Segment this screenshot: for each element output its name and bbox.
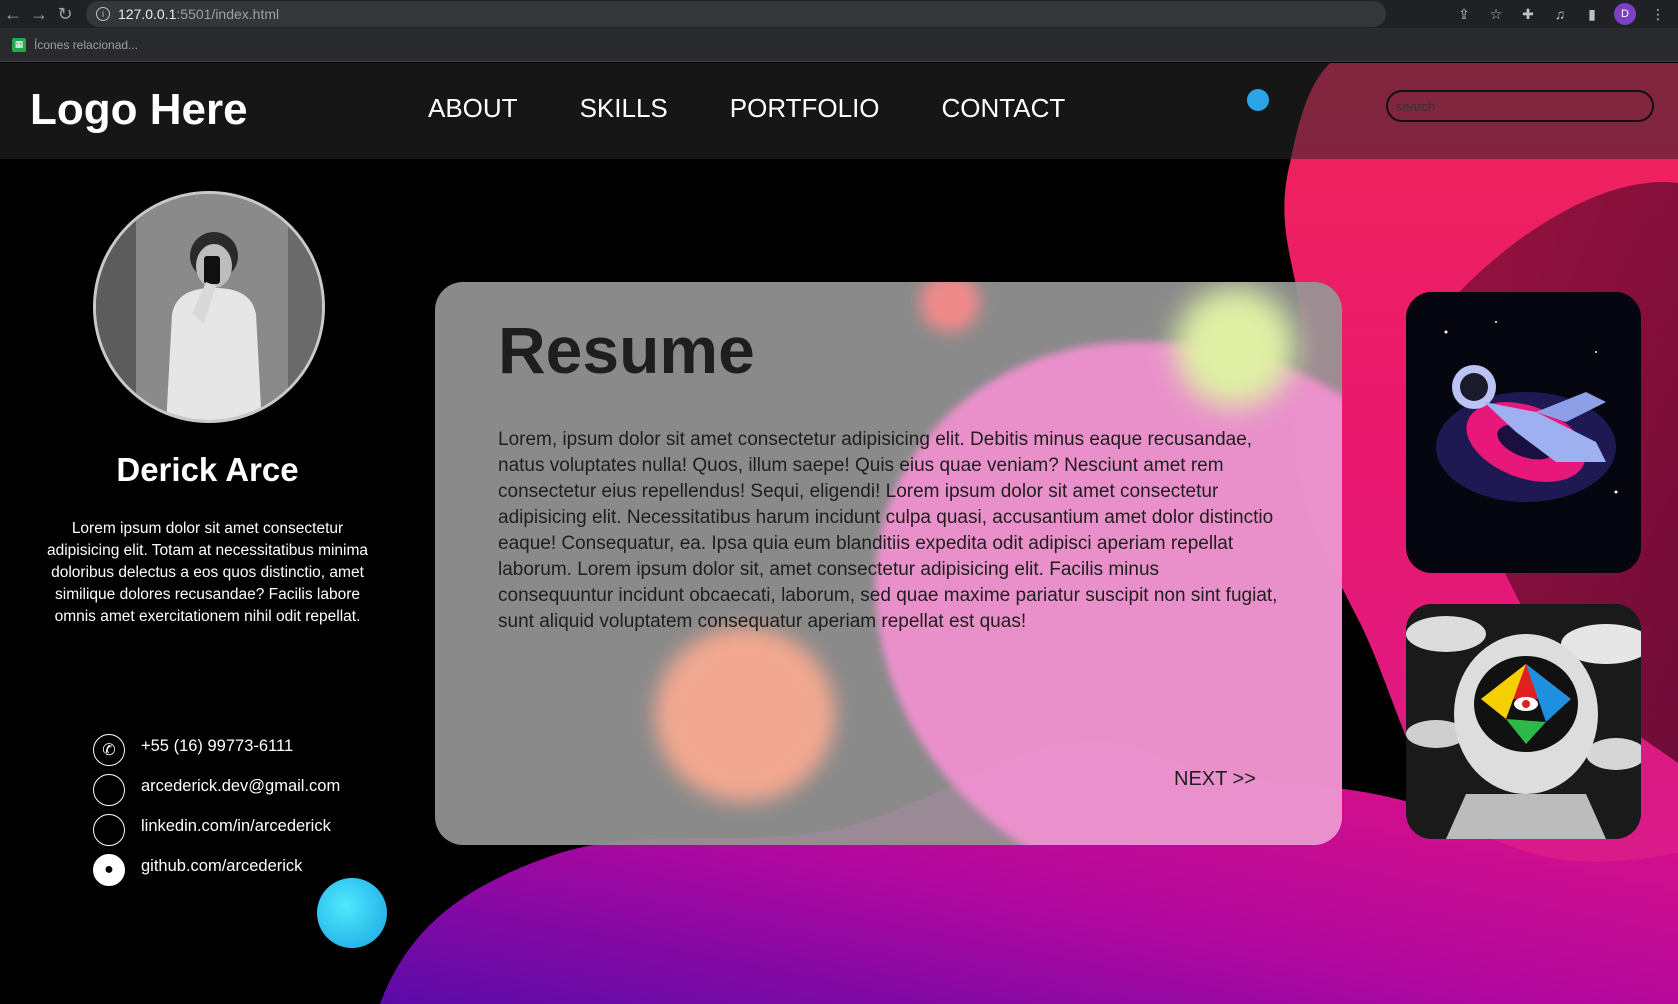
github-icon: ●: [93, 854, 125, 886]
page-viewport: Logo Here ABOUT SKILLS PORTFOLIO CONTACT…: [0, 63, 1678, 1004]
bookmark-item[interactable]: Ícones relacionad...: [34, 38, 138, 52]
bookmark-favicon-icon: ▦: [12, 37, 26, 52]
portfolio-image-astronaut-float[interactable]: [1406, 292, 1641, 573]
card-body: Lorem, ipsum dolor sit amet consectetur …: [498, 429, 1278, 632]
card-glow-yellow: [1175, 287, 1295, 407]
menu-icon[interactable]: ⋮: [1648, 6, 1668, 23]
extensions-icon[interactable]: ✚: [1518, 6, 1538, 23]
phone-icon: ✆: [93, 734, 125, 766]
decorative-dot: [1247, 89, 1269, 111]
bookmarks-bar: ▦ Ícones relacionad...: [0, 28, 1678, 62]
media-icon[interactable]: ♫: [1550, 6, 1570, 22]
nav-portfolio[interactable]: PORTFOLIO: [730, 93, 880, 124]
nav-contact[interactable]: CONTACT: [942, 93, 1066, 124]
linkedin-icon: [93, 814, 125, 846]
contact-github[interactable]: ● github.com/arcederick: [93, 850, 340, 890]
contact-text: arcederick.dev@gmail.com: [141, 776, 341, 795]
astronaut-helmet-art: [1406, 604, 1641, 839]
forward-icon[interactable]: →: [26, 4, 52, 25]
portfolio-image-astronaut-helmet[interactable]: [1406, 604, 1641, 839]
search-input[interactable]: [1386, 90, 1654, 122]
address-bar[interactable]: i 127.0.0.1:5501/index.html: [86, 1, 1386, 27]
site-info-icon[interactable]: i: [96, 7, 110, 21]
avatar: [93, 191, 325, 423]
decorative-ball: [317, 878, 387, 948]
contact-linkedin[interactable]: linkedin.com/in/arcederick: [93, 810, 340, 850]
profile-avatar[interactable]: D: [1614, 3, 1636, 25]
url-host: 127.0.0.1: [118, 6, 177, 22]
card-title: Resume: [498, 313, 755, 387]
contact-text: +55 (16) 99773-6111: [141, 736, 294, 755]
logo[interactable]: Logo Here: [30, 85, 248, 135]
nav-about[interactable]: ABOUT: [428, 93, 518, 124]
profile-name: Derick Arce: [116, 451, 299, 488]
back-icon[interactable]: ←: [0, 4, 26, 25]
url-path: :5501/index.html: [176, 6, 280, 22]
resume-card: Resume Lorem, ipsum dolor sit amet conse…: [435, 282, 1342, 845]
profile-photo: [96, 194, 322, 420]
share-icon[interactable]: ⇪: [1454, 6, 1474, 23]
astronaut-float-art: [1406, 292, 1641, 573]
contact-text: github.com/arcederick: [141, 856, 303, 875]
contact-phone[interactable]: ✆ +55 (16) 99773-6111: [93, 730, 340, 770]
card-glow-orange: [655, 627, 835, 802]
profile-bio: Lorem ipsum dolor sit amet consectetur a…: [46, 520, 369, 625]
contact-text: linkedin.com/in/arcederick: [141, 816, 331, 835]
browser-toolbar: ← → ↻ i 127.0.0.1:5501/index.html ⇪ ☆ ✚ …: [0, 0, 1678, 28]
side-panel-icon[interactable]: ▮: [1582, 6, 1602, 23]
nav-skills[interactable]: SKILLS: [580, 93, 668, 124]
reload-icon[interactable]: ↻: [52, 4, 78, 25]
contact-list: ✆ +55 (16) 99773-6111 arcederick.dev@gma…: [93, 730, 340, 890]
bookmark-star-icon[interactable]: ☆: [1486, 6, 1506, 23]
site-header: Logo Here ABOUT SKILLS PORTFOLIO CONTACT: [0, 63, 1678, 159]
next-link[interactable]: NEXT >>: [1174, 768, 1256, 791]
email-icon: [93, 774, 125, 806]
main-nav: ABOUT SKILLS PORTFOLIO CONTACT: [428, 93, 1065, 124]
card-glow-red: [920, 282, 980, 332]
contact-email[interactable]: arcederick.dev@gmail.com: [93, 770, 340, 810]
